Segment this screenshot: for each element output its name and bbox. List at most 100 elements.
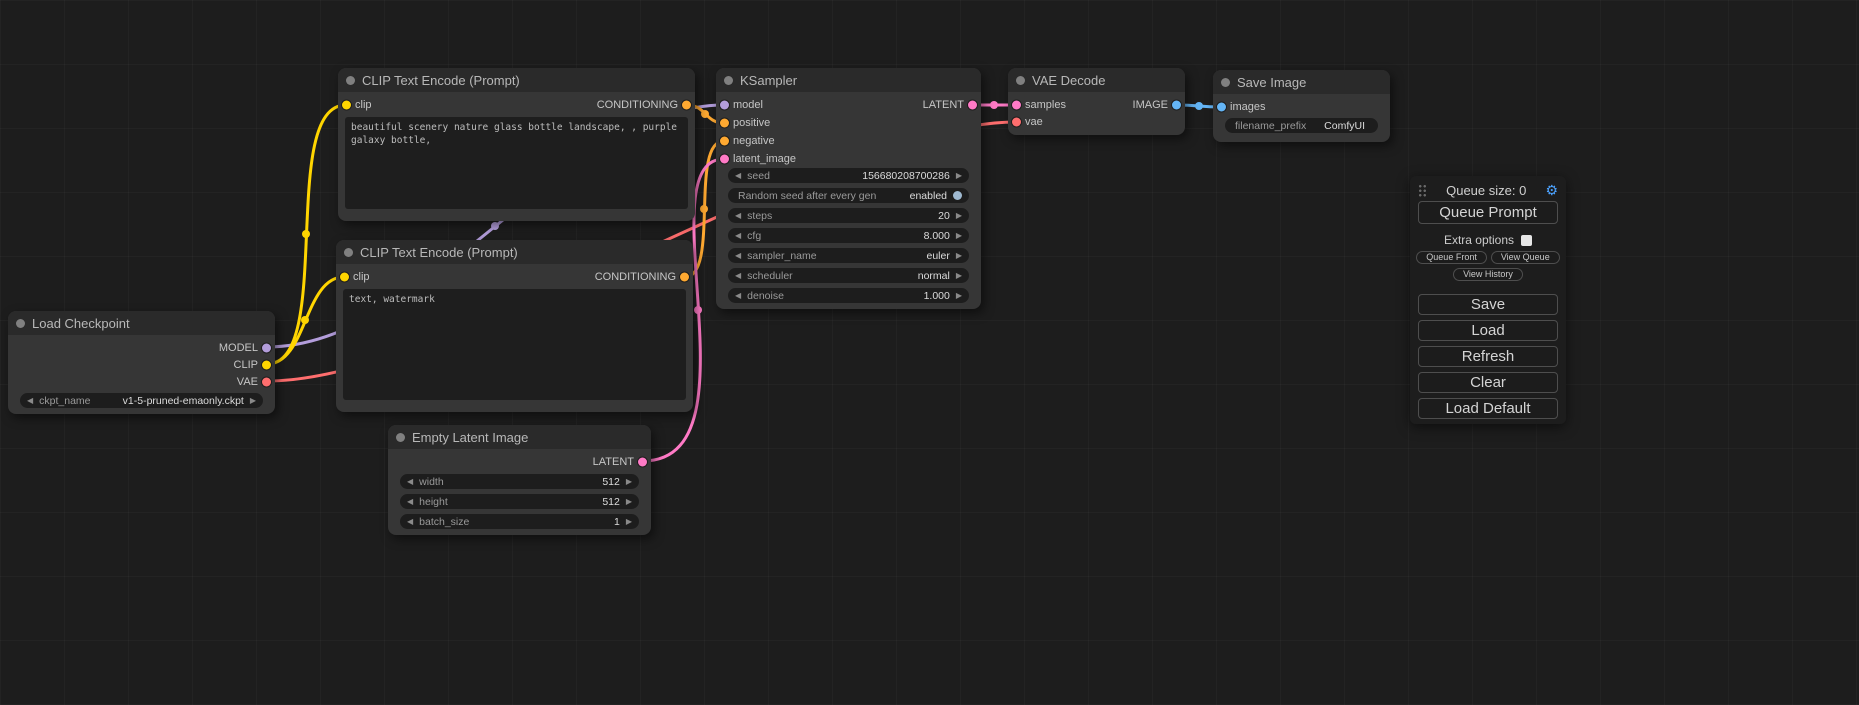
output-slot-latent[interactable]: [638, 458, 647, 467]
input-slot-positive[interactable]: [720, 119, 729, 128]
widget-steps[interactable]: ◀ steps 20 ▶: [728, 208, 969, 223]
input-slot-samples[interactable]: [1012, 100, 1021, 109]
node-title-bar[interactable]: CLIP Text Encode (Prompt): [338, 68, 695, 92]
collapse-dot[interactable]: [344, 248, 353, 257]
queue-prompt-button[interactable]: Queue Prompt: [1418, 201, 1558, 224]
collapse-dot[interactable]: [1016, 76, 1025, 85]
widget-ckpt-name[interactable]: ◀ ckpt_name v1-5-pruned-emaonly.ckpt ▶: [20, 393, 263, 408]
output-label-model: MODEL: [219, 342, 258, 354]
link-midpoint-dot: [302, 230, 310, 238]
widget-width[interactable]: ◀ width 512 ▶: [400, 474, 639, 489]
collapse-dot[interactable]: [346, 76, 355, 85]
node-title-bar[interactable]: VAE Decode: [1008, 68, 1185, 92]
widget-filename-prefix[interactable]: filename_prefix ComfyUI: [1225, 118, 1378, 133]
node-clip-text-encode-positive[interactable]: CLIP Text Encode (Prompt) clip CONDITION…: [338, 68, 695, 221]
load-button[interactable]: Load: [1418, 320, 1558, 341]
input-slot-negative[interactable]: [720, 137, 729, 146]
widget-cfg[interactable]: ◀ cfg 8.000 ▶: [728, 228, 969, 243]
decrement-arrow-icon[interactable]: ◀: [735, 232, 741, 240]
increment-arrow-icon[interactable]: ▶: [626, 498, 632, 506]
link-midpoint-dot: [491, 222, 499, 230]
output-slot-clip[interactable]: [262, 360, 271, 369]
widget-height[interactable]: ◀ height 512 ▶: [400, 494, 639, 509]
input-label-images: images: [1230, 101, 1265, 113]
decrement-arrow-icon[interactable]: ◀: [27, 397, 33, 405]
decrement-arrow-icon[interactable]: ◀: [407, 518, 413, 526]
widget-sampler-name[interactable]: ◀ sampler_name euler ▶: [728, 248, 969, 263]
prompt-textarea[interactable]: beautiful scenery nature glass bottle la…: [345, 117, 688, 209]
input-slot-latent-image[interactable]: [720, 155, 729, 164]
input-slot-model[interactable]: [720, 101, 729, 110]
graph-canvas[interactable]: Load Checkpoint MODEL CLIP VAE ◀ ckpt_na…: [0, 0, 1859, 705]
load-default-button[interactable]: Load Default: [1418, 398, 1558, 419]
output-slot-latent[interactable]: [968, 101, 977, 110]
node-title-bar[interactable]: Load Checkpoint: [8, 311, 275, 335]
extra-options-checkbox[interactable]: [1521, 235, 1532, 246]
output-slot-image[interactable]: [1172, 100, 1181, 109]
increment-arrow-icon[interactable]: ▶: [956, 232, 962, 240]
view-queue-button[interactable]: View Queue: [1491, 251, 1560, 264]
increment-arrow-icon[interactable]: ▶: [956, 212, 962, 220]
increment-arrow-icon[interactable]: ▶: [626, 518, 632, 526]
decrement-arrow-icon[interactable]: ◀: [407, 478, 413, 486]
increment-arrow-icon[interactable]: ▶: [250, 397, 256, 405]
widget-batch-size[interactable]: ◀ batch_size 1 ▶: [400, 514, 639, 529]
output-slot-model[interactable]: [262, 343, 271, 352]
decrement-arrow-icon[interactable]: ◀: [407, 498, 413, 506]
drag-handle-icon[interactable]: [1418, 184, 1427, 197]
node-empty-latent-image[interactable]: Empty Latent Image LATENT ◀ width 512 ▶ …: [388, 425, 651, 535]
input-slot-clip[interactable]: [342, 101, 351, 110]
link-midpoint-dot: [990, 101, 998, 109]
clear-button[interactable]: Clear: [1418, 372, 1558, 393]
output-label-image: IMAGE: [1133, 99, 1168, 111]
node-clip-text-encode-negative[interactable]: CLIP Text Encode (Prompt) clip CONDITION…: [336, 240, 693, 412]
node-save-image[interactable]: Save Image images filename_prefix ComfyU…: [1213, 70, 1390, 142]
refresh-button[interactable]: Refresh: [1418, 346, 1558, 367]
input-slot-vae[interactable]: [1012, 117, 1021, 126]
queue-front-button[interactable]: Queue Front: [1416, 251, 1487, 264]
input-label-model: model: [733, 99, 763, 111]
collapse-dot[interactable]: [16, 319, 25, 328]
link-midpoint-dot: [694, 306, 702, 314]
input-slot-clip[interactable]: [340, 273, 349, 282]
widget-scheduler[interactable]: ◀ scheduler normal ▶: [728, 268, 969, 283]
output-slot-conditioning[interactable]: [682, 101, 691, 110]
collapse-dot[interactable]: [724, 76, 733, 85]
settings-gear-icon[interactable]: ⚙: [1545, 183, 1558, 197]
widget-seed[interactable]: ◀ seed 156680208700286 ▶: [728, 168, 969, 183]
output-label-clip: CLIP: [234, 359, 258, 371]
widget-random-seed-toggle[interactable]: Random seed after every gen enabled: [728, 188, 969, 203]
decrement-arrow-icon[interactable]: ◀: [735, 272, 741, 280]
node-title-bar[interactable]: CLIP Text Encode (Prompt): [336, 240, 693, 264]
output-slot-vae[interactable]: [262, 377, 271, 386]
node-vae-decode[interactable]: VAE Decode samples IMAGE vae: [1008, 68, 1185, 135]
queue-panel: Queue size: 0 ⚙ Queue Prompt Extra optio…: [1410, 176, 1566, 424]
node-title-bar[interactable]: Empty Latent Image: [388, 425, 651, 449]
node-title: VAE Decode: [1032, 73, 1105, 88]
input-label-samples: samples: [1025, 99, 1066, 111]
link-midpoint-dot: [1195, 102, 1203, 110]
node-title: Load Checkpoint: [32, 316, 130, 331]
view-history-button[interactable]: View History: [1453, 268, 1523, 281]
output-slot-conditioning[interactable]: [680, 273, 689, 282]
node-title-bar[interactable]: KSampler: [716, 68, 981, 92]
decrement-arrow-icon[interactable]: ◀: [735, 252, 741, 260]
prompt-textarea[interactable]: text, watermark: [343, 289, 686, 400]
decrement-arrow-icon[interactable]: ◀: [735, 172, 741, 180]
increment-arrow-icon[interactable]: ▶: [956, 292, 962, 300]
node-title-bar[interactable]: Save Image: [1213, 70, 1390, 94]
increment-arrow-icon[interactable]: ▶: [956, 272, 962, 280]
collapse-dot[interactable]: [396, 433, 405, 442]
output-label-vae: VAE: [237, 376, 258, 388]
node-load-checkpoint[interactable]: Load Checkpoint MODEL CLIP VAE ◀ ckpt_na…: [8, 311, 275, 414]
decrement-arrow-icon[interactable]: ◀: [735, 292, 741, 300]
input-slot-images[interactable]: [1217, 103, 1226, 112]
increment-arrow-icon[interactable]: ▶: [626, 478, 632, 486]
decrement-arrow-icon[interactable]: ◀: [735, 212, 741, 220]
collapse-dot[interactable]: [1221, 78, 1230, 87]
increment-arrow-icon[interactable]: ▶: [956, 252, 962, 260]
node-ksampler[interactable]: KSampler model LATENT positive negative …: [716, 68, 981, 309]
save-button[interactable]: Save: [1418, 294, 1558, 315]
widget-denoise[interactable]: ◀ denoise 1.000 ▶: [728, 288, 969, 303]
increment-arrow-icon[interactable]: ▶: [956, 172, 962, 180]
